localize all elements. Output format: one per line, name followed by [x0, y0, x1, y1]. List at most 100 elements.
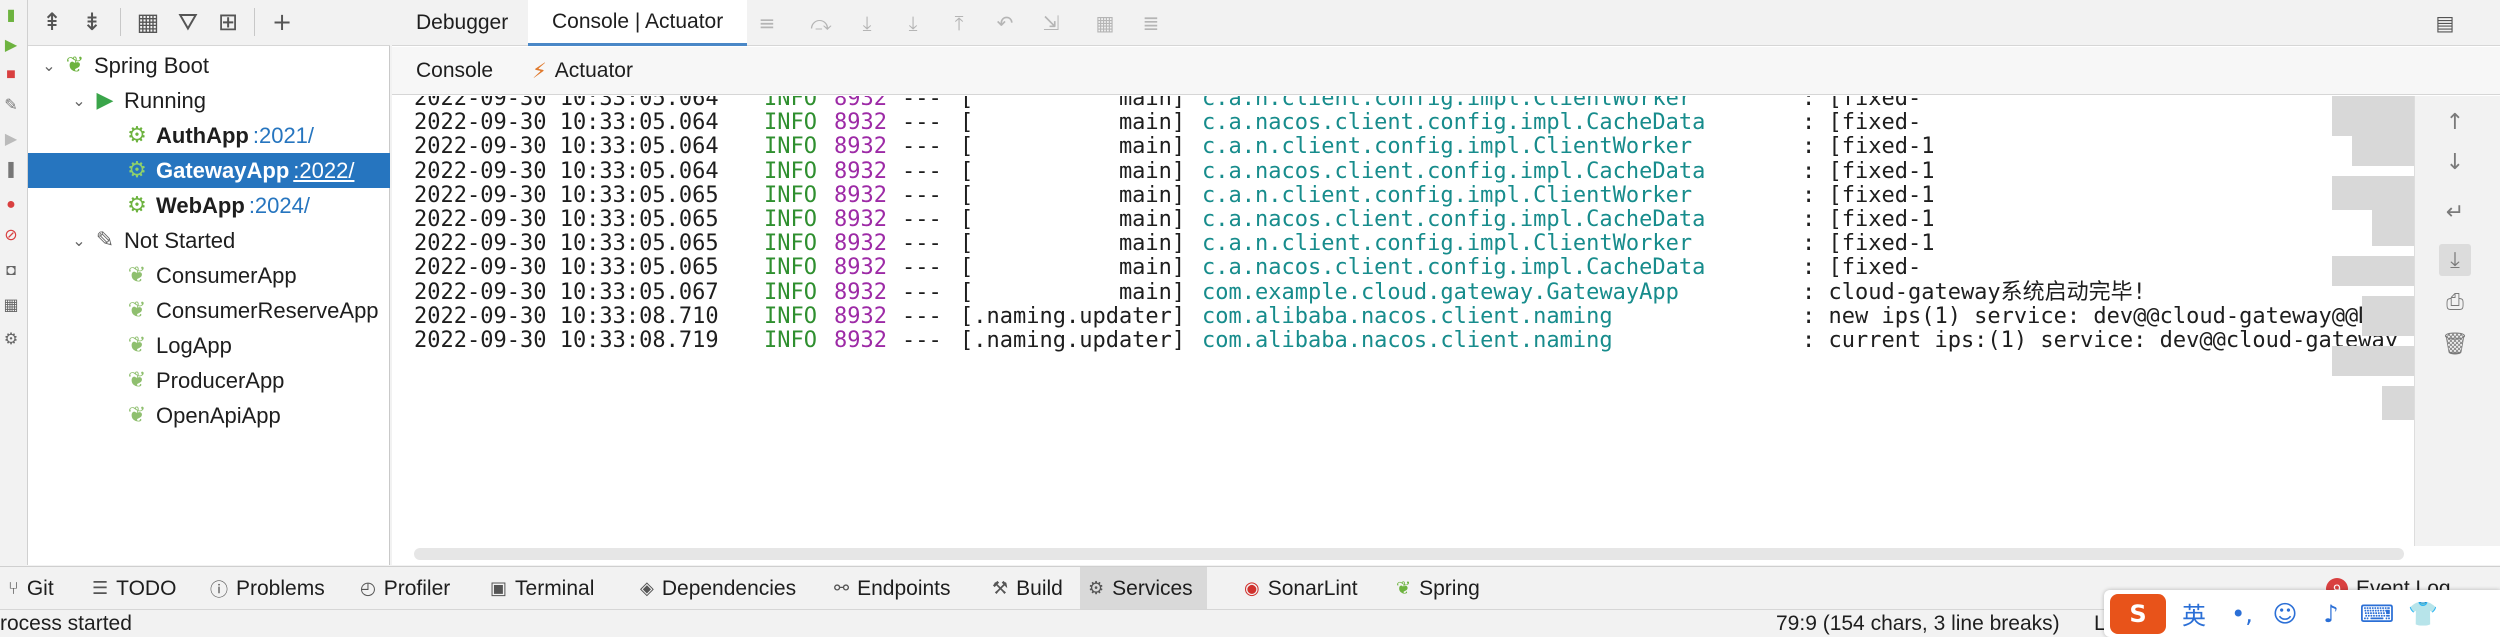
add-service-icon[interactable]: +	[266, 6, 298, 38]
tree-node-webapp[interactable]: ⚙ WebApp :2024/	[28, 188, 390, 223]
evaluate-icon[interactable]: ▦	[1092, 10, 1118, 36]
ime-emoji-icon[interactable]: ☺	[2262, 594, 2308, 634]
drop-frame-icon[interactable]: ↶	[992, 10, 1018, 36]
ime-skin-icon[interactable]: 👕	[2400, 594, 2446, 634]
step-out-icon[interactable]: ⤒	[946, 10, 972, 36]
toolbar-separator	[254, 8, 255, 36]
tool-tab-label: Build	[1016, 576, 1063, 600]
port-link[interactable]: :2024/	[249, 193, 310, 219]
spring-leaf-icon: ❦	[127, 263, 147, 288]
spring-leaf-icon: ❦	[65, 53, 85, 78]
git-branch-icon: ⑂	[8, 578, 19, 599]
collapse-all-icon[interactable]: ⇟	[76, 6, 108, 38]
tab-actuator[interactable]: ⚡ Actuator	[532, 47, 633, 95]
wrench-icon: ✎	[95, 228, 115, 253]
run-to-cursor-icon[interactable]: ⇲	[1038, 10, 1064, 36]
scroll-up-icon[interactable]: ↑	[2439, 106, 2471, 138]
ime-voice-icon[interactable]: ♪	[2308, 594, 2354, 634]
tree-node-openapiapp[interactable]: ❦ OpenApiApp	[28, 398, 390, 433]
step-into-icon[interactable]: ⤓	[854, 10, 880, 36]
chevron-down-icon[interactable]: ⌄	[68, 91, 90, 110]
services-panel: ⇞ ⇟ ▦ ⛛ ⊞ + ⌄ ❦ Spring Boot ⌄ ▶ Running …	[28, 0, 390, 565]
tool-tab-spring[interactable]: ❦ Spring	[1388, 567, 1494, 610]
rerun-icon[interactable]: ▮	[2, 6, 20, 24]
tree-node-authapp[interactable]: ⚙ AuthApp :2021/	[28, 118, 390, 153]
new-tab-icon[interactable]: ⊞	[212, 6, 244, 38]
ime-punctuation-icon[interactable]: •,	[2222, 594, 2262, 634]
chevron-down-icon[interactable]: ⌄	[68, 231, 90, 250]
scroll-to-end-icon[interactable]: ⤓	[2439, 244, 2471, 276]
tool-tab-label: Terminal	[515, 576, 595, 600]
log-level: INFO	[764, 328, 817, 353]
tree-node-consumerreserveapp[interactable]: ❦ ConsumerReserveApp	[28, 293, 390, 328]
caret-position[interactable]: 79:9 (154 chars, 3 line breaks)	[1776, 610, 2060, 637]
settings-wrench-icon[interactable]: ✎	[2, 96, 20, 114]
tree-node-gatewayapp[interactable]: ⚙ GatewayApp :2022/	[28, 153, 390, 188]
tool-tab-endpoints[interactable]: ⚯ Endpoints	[826, 567, 965, 610]
terminal-icon: ▣	[490, 578, 508, 599]
trace-icon[interactable]: ≣	[1138, 10, 1164, 36]
tab-console[interactable]: Console	[416, 47, 493, 95]
tool-tab-services[interactable]: ⚙ Services	[1080, 567, 1207, 610]
tool-tab-dependencies[interactable]: ◈ Dependencies	[632, 567, 810, 610]
resume-icon[interactable]: ▶	[2, 130, 20, 148]
tool-tab-todo[interactable]: ☰ TODO	[84, 567, 190, 610]
tool-tab-git[interactable]: ⑂ Git	[0, 567, 68, 610]
dependencies-icon: ◈	[640, 578, 654, 599]
print-icon[interactable]: ⎙	[2439, 286, 2471, 318]
mute-breakpoints-icon[interactable]: ⊘	[2, 226, 20, 244]
tree-node-spring-boot[interactable]: ⌄ ❦ Spring Boot	[28, 48, 390, 83]
log-ts: 2022-09-30 10:33:08.719	[414, 328, 719, 353]
breakpoints-icon[interactable]: ●	[2, 196, 20, 214]
run-icon[interactable]: ▶	[2, 36, 20, 54]
todo-list-icon: ☰	[92, 578, 109, 599]
camera-icon[interactable]: ◘	[2, 262, 20, 280]
tree-node-consumerapp[interactable]: ❦ ConsumerApp	[28, 258, 390, 293]
chevron-down-icon[interactable]: ⌄	[38, 56, 60, 75]
tree-node-producerapp[interactable]: ❦ ProducerApp	[28, 363, 390, 398]
gear-icon[interactable]: ⚙	[2, 330, 20, 348]
status-message: rocess started	[0, 612, 132, 635]
sogou-logo[interactable]: S	[2110, 593, 2166, 634]
sonarlint-icon: ◉	[1244, 578, 1260, 599]
group-by-icon[interactable]: ▦	[132, 6, 164, 38]
layout-icon[interactable]: ▦	[2, 296, 20, 314]
port-link[interactable]: :2022/	[293, 158, 354, 184]
tab-debugger[interactable]: Debugger	[392, 0, 532, 46]
expand-all-icon[interactable]: ⇞	[36, 6, 68, 38]
app-name: ProducerApp	[156, 367, 285, 393]
tab-console-actuator[interactable]: Console | Actuator	[528, 0, 748, 46]
console-side-toolbar: ↑ ↓ ↵ ⤓ ⎙ 🗑	[2414, 96, 2500, 546]
spring-leaf-icon: ❦	[127, 333, 147, 358]
horizontal-scrollbar[interactable]	[414, 548, 2404, 560]
ime-keyboard-icon[interactable]: ⌨	[2354, 594, 2400, 634]
tool-tab-sonarlint[interactable]: ◉ SonarLint	[1236, 567, 1372, 610]
problems-icon: ⓘ	[210, 579, 228, 601]
tool-tab-problems[interactable]: ⓘ Problems	[202, 567, 339, 610]
clear-all-icon[interactable]: 🗑	[2439, 328, 2471, 360]
stop-icon[interactable]: ■	[2, 66, 20, 84]
step-over-icon[interactable]: ⤼	[808, 10, 834, 36]
scroll-down-icon[interactable]: ↓	[2439, 146, 2471, 178]
app-name: ConsumerReserveApp	[156, 297, 379, 323]
ime-language-toggle[interactable]: 英	[2166, 594, 2222, 634]
tool-tab-build[interactable]: ⚒ Build	[984, 567, 1077, 610]
tree-node-running[interactable]: ⌄ ▶ Running	[28, 83, 390, 118]
filter-icon[interactable]: ⛛	[172, 6, 204, 38]
tree-node-not-started[interactable]: ⌄ ✎ Not Started	[28, 223, 390, 258]
menu-lines-icon[interactable]: ≡	[754, 10, 780, 36]
tree-node-logapp[interactable]: ❦ LogApp	[28, 328, 390, 363]
tool-tab-label: Endpoints	[857, 576, 951, 600]
soft-wrap-icon[interactable]: ↵	[2439, 196, 2471, 228]
layout-settings-icon[interactable]: ▤	[2432, 10, 2458, 36]
spring-leaf-icon: ❦	[1396, 578, 1412, 599]
tool-tab-terminal[interactable]: ▣ Terminal	[482, 567, 608, 610]
tool-tab-label: TODO	[116, 576, 177, 600]
tool-tab-profiler[interactable]: ◴ Profiler	[352, 567, 464, 610]
spring-leaf-icon: ❦	[127, 403, 147, 428]
port-link[interactable]: :2021/	[253, 123, 314, 149]
force-step-into-icon[interactable]: ⤓	[900, 10, 926, 36]
console-log-output[interactable]: 2022-09-30 10:33:05.064 INFO 8932 ---[ main…	[392, 96, 2412, 546]
tool-tab-label: Spring	[1419, 576, 1480, 600]
pause-icon[interactable]: ❚	[2, 160, 20, 178]
